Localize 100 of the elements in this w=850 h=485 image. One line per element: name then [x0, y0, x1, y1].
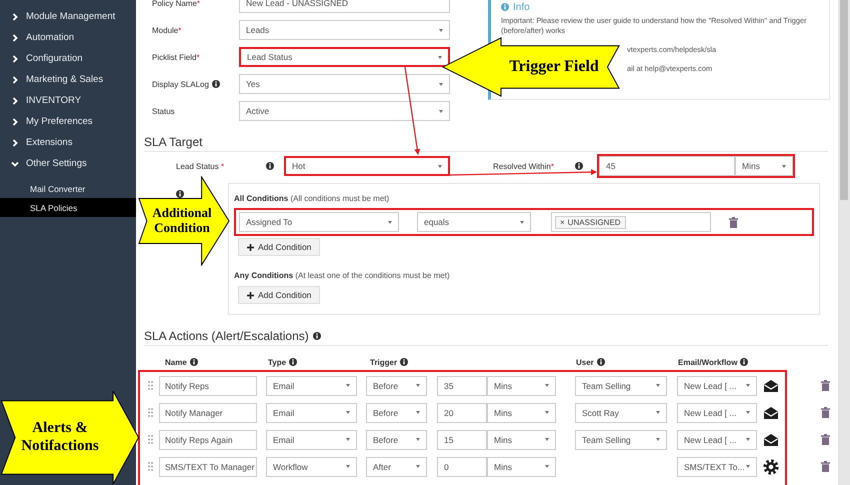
number-field[interactable]: 35 [437, 376, 487, 396]
text-field[interactable]: New Lead - UNASSIGNED [239, 0, 450, 13]
unit-select[interactable]: Mins [487, 402, 556, 422]
info-icon [289, 358, 298, 366]
scrollbar[interactable] [838, 0, 850, 485]
field-label: Policy Name* [152, 0, 200, 8]
trigger-select[interactable]: Before [366, 430, 427, 450]
sidebar-item[interactable]: My Preferences [0, 111, 136, 132]
caret-icon [746, 465, 750, 468]
drag-handle-icon[interactable] [148, 408, 153, 417]
sidebar-item[interactable]: INVENTORY [0, 90, 136, 111]
drag-handle-icon[interactable] [148, 462, 153, 471]
template-select[interactable]: New Lead [ ... [677, 402, 757, 422]
trigger-select[interactable]: Before [366, 376, 427, 396]
number-field[interactable]: 15 [437, 430, 487, 450]
add-condition-button[interactable]: Add Condition [238, 238, 320, 256]
select-field[interactable]: Hot [284, 156, 450, 176]
drag-handle-icon[interactable] [148, 435, 153, 444]
caret-icon [656, 438, 660, 441]
trash-icon[interactable] [821, 407, 830, 418]
name-field[interactable]: Notify Reps [159, 376, 257, 396]
caret-icon [416, 438, 420, 441]
type-select[interactable]: Email [266, 402, 357, 422]
field-label: Status [152, 106, 175, 116]
sidebar-item[interactable]: Configuration [0, 48, 136, 69]
select-field[interactable]: Lead Status [239, 47, 450, 67]
sidebar-item[interactable]: Marketing & Sales [0, 69, 136, 90]
envelope-icon[interactable] [763, 406, 779, 420]
unit-select[interactable]: Mins [487, 430, 556, 450]
info-icon [575, 162, 583, 170]
caret-icon [545, 465, 549, 468]
trash-icon[interactable] [821, 380, 830, 391]
caret-icon [746, 384, 750, 387]
drag-handle-icon[interactable] [148, 381, 153, 390]
field-label: Resolved Within* [493, 162, 555, 170]
gear-icon[interactable] [763, 458, 779, 474]
type-select[interactable]: Workflow [266, 456, 357, 476]
caret-icon [656, 411, 660, 414]
field-label: Display SLALog [152, 80, 209, 88]
column-header: Name [165, 358, 187, 366]
unit-select[interactable]: Mins [487, 456, 556, 476]
template-select[interactable]: New Lead [ ... [677, 376, 757, 396]
user-select[interactable]: Team Selling [575, 430, 667, 450]
sidebar-item[interactable]: Module Management [0, 6, 136, 27]
select-field[interactable]: Leads [239, 20, 450, 40]
remove-tag-button[interactable]: × [560, 218, 565, 226]
value-field[interactable]: × UNASSIGNED [551, 212, 711, 232]
envelope-icon[interactable] [763, 378, 779, 392]
envelope-icon[interactable] [763, 432, 779, 446]
sidebar-item[interactable]: Other Settings [0, 153, 136, 174]
number-field[interactable]: 45 [599, 156, 735, 176]
field-select[interactable]: Assigned To [239, 212, 399, 232]
user-select[interactable]: Scott Ray [575, 402, 667, 422]
caret-icon [438, 56, 442, 58]
name-field[interactable]: SMS/TEXT To Manager [159, 456, 257, 476]
unit-select[interactable]: Mins [735, 156, 793, 176]
caret-icon [545, 384, 549, 387]
condition-group-title: All Conditions (All conditions must be met) [234, 193, 390, 205]
trash-icon[interactable] [821, 461, 830, 472]
caret-icon [416, 465, 420, 468]
caret-icon [439, 28, 443, 32]
tag-label: UNASSIGNED [568, 218, 621, 226]
trash-icon[interactable] [821, 434, 830, 445]
unit-select[interactable]: Mins [487, 376, 556, 396]
caret-icon [520, 220, 524, 224]
number-field[interactable]: 20 [437, 402, 487, 422]
name-field[interactable]: Notify Manager [159, 402, 257, 422]
info-icon [190, 358, 198, 366]
type-select[interactable]: Email [266, 376, 357, 396]
caret-icon [782, 164, 786, 168]
operator-select[interactable]: equals [417, 212, 531, 232]
type-select[interactable]: Email [266, 430, 357, 450]
info-icon [212, 80, 220, 88]
column-header: User [576, 358, 594, 366]
name-field[interactable]: Notify Reps Again [159, 430, 257, 450]
select-field[interactable]: Yes [239, 74, 450, 94]
trash-icon[interactable] [729, 216, 738, 228]
caret-icon [346, 384, 350, 387]
sidebar-item[interactable]: Extensions [0, 132, 136, 153]
trigger-select[interactable]: After [366, 456, 427, 476]
caret-icon [545, 438, 549, 441]
template-select[interactable]: New Lead [ ... [677, 430, 757, 450]
caret-icon [416, 384, 420, 387]
caret-icon [439, 110, 443, 112]
callout-label: Trigger Field [509, 58, 599, 76]
template-select[interactable]: SMS/TEXT To... [677, 456, 757, 476]
number-field[interactable]: 0 [437, 456, 487, 476]
add-condition-button[interactable]: Add Condition [238, 286, 320, 304]
plus-icon [247, 244, 254, 250]
trigger-select[interactable]: Before [366, 402, 427, 422]
plus-icon [247, 292, 254, 298]
user-select[interactable]: Team Selling [575, 376, 667, 396]
sidebar-subitem[interactable]: SLA Policies [0, 198, 136, 217]
select-field[interactable]: Active [239, 101, 450, 121]
info-icon [596, 358, 605, 366]
info-icon [312, 332, 321, 340]
sidebar-subitem[interactable]: Mail Converter [0, 179, 136, 198]
sidebar-item[interactable]: Automation [0, 27, 136, 48]
info-icon [400, 358, 408, 366]
info-icon [266, 162, 274, 170]
